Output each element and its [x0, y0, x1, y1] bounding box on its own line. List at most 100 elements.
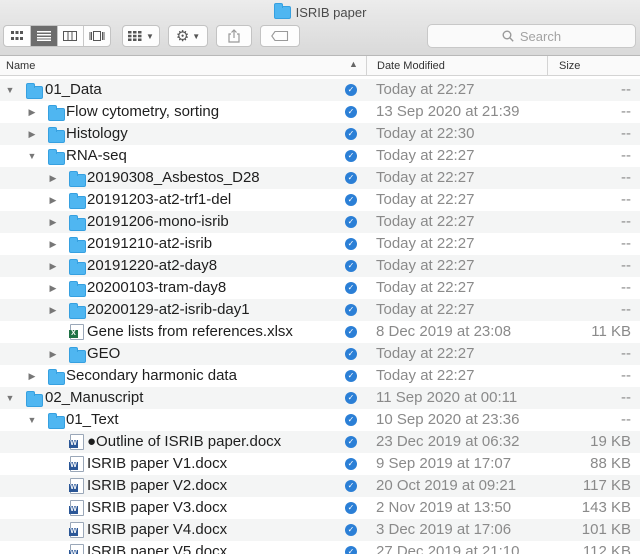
word-badge-icon: W [69, 550, 78, 554]
file-name: 20190308_Asbestos_D28 [87, 169, 260, 186]
date-modified: 11 Sep 2020 at 00:11 [376, 389, 518, 406]
search-icon [502, 30, 514, 42]
file-size: -- [621, 389, 631, 406]
disclosure-collapsed-icon[interactable]: ▶ [48, 237, 58, 251]
disclosure-collapsed-icon[interactable]: ▶ [27, 127, 37, 141]
disclosure-expanded-icon[interactable]: ▼ [27, 149, 37, 163]
list-item[interactable]: ▼ 01_Data ✓ Today at 22:27 -- [0, 79, 640, 101]
list-item[interactable]: ▶ 20200103-tram-day8 ✓ Today at 22:27 -- [0, 277, 640, 299]
sync-check-icon: ✓ [345, 546, 357, 554]
disclosure-expanded-icon[interactable]: ▼ [5, 391, 15, 405]
file-name: 20191220-at2-day8 [87, 257, 218, 274]
file-name: RNA-seq [66, 147, 127, 164]
folder-icon [69, 347, 86, 363]
file-size: 112 KB [582, 543, 631, 554]
list-item[interactable]: ▶ 20200129-at2-isrib-day1 ✓ Today at 22:27 -… [0, 299, 640, 321]
folder-icon [48, 369, 65, 385]
file-size: -- [621, 103, 631, 120]
file-size: -- [621, 169, 631, 186]
sync-check-icon: ✓ [345, 194, 357, 206]
tag-icon [271, 31, 289, 41]
disclosure-expanded-icon[interactable]: ▼ [27, 413, 37, 427]
file-size: -- [621, 345, 631, 362]
list-item[interactable]: ▶ 20190308_Asbestos_D28 ✓ Today at 22:27 -- [0, 167, 640, 189]
folder-icon [69, 259, 86, 275]
list-item[interactable]: ▼ 02_Manuscript ✓ 11 Sep 2020 at 00:11 -- [0, 387, 640, 409]
action-button[interactable]: ⚙ ▼ [168, 25, 208, 47]
share-button[interactable] [216, 25, 252, 47]
view-mode-control[interactable] [3, 25, 111, 47]
icon-view-button[interactable] [4, 26, 31, 46]
disclosure-collapsed-icon[interactable]: ▶ [48, 259, 58, 273]
sync-check-icon: ✓ [345, 480, 357, 492]
list-item[interactable]: W ISRIB paper V4.docx ✓ 3 Dec 2019 at 17:06… [0, 519, 640, 541]
list-item[interactable]: W ISRIB paper V3.docx ✓ 2 Nov 2019 at 13:50… [0, 497, 640, 519]
word-badge-icon: W [69, 484, 78, 492]
file-name: 20191206-mono-isrib [87, 213, 229, 230]
file-name: ISRIB paper V2.docx [87, 477, 228, 494]
sync-check-icon: ✓ [345, 172, 357, 184]
date-modified: 9 Sep 2019 at 17:07 [376, 455, 512, 472]
list-item[interactable]: X Gene lists from references.xlsx ✓ 8 Dec 2… [0, 321, 640, 343]
list-item[interactable]: ▶ Flow cytometry, sorting ✓ 13 Sep 2020 at … [0, 101, 640, 123]
list-item[interactable]: ▶ Histology ✓ Today at 22:30 -- [0, 123, 640, 145]
list-item[interactable]: W ISRIB paper V5.docx ✓ 27 Dec 2019 at 21:1… [0, 541, 640, 554]
group-by-button[interactable]: ▼ [122, 25, 160, 47]
file-size: -- [621, 367, 631, 384]
excel-file-icon: X [69, 324, 84, 340]
column-view-button[interactable] [58, 26, 85, 46]
disclosure-collapsed-icon[interactable]: ▶ [48, 303, 58, 317]
list-item[interactable]: W ISRIB paper V1.docx ✓ 9 Sep 2019 at 17:07… [0, 453, 640, 475]
sync-check-icon: ✓ [345, 304, 357, 316]
disclosure-expanded-icon[interactable]: ▼ [5, 83, 15, 97]
disclosure-collapsed-icon[interactable]: ▶ [48, 347, 58, 361]
gallery-view-button[interactable] [84, 26, 110, 46]
tag-button[interactable] [260, 25, 300, 47]
sync-check-icon: ✓ [345, 150, 357, 162]
grid-icon [128, 31, 142, 41]
list-item[interactable]: ▶ 20191206-mono-isrib ✓ Today at 22:27 -- [0, 211, 640, 233]
word-file-icon: W [69, 500, 84, 516]
list-view-button[interactable] [30, 26, 58, 46]
file-size: 101 KB [581, 521, 631, 538]
sync-check-icon: ✓ [345, 414, 357, 426]
column-header-name[interactable]: Name [6, 60, 35, 72]
search-field[interactable]: Search [427, 24, 636, 48]
disclosure-collapsed-icon[interactable]: ▶ [48, 281, 58, 295]
date-modified: Today at 22:27 [376, 367, 475, 384]
file-name: ISRIB paper V5.docx [87, 543, 228, 554]
date-modified: Today at 22:27 [376, 279, 475, 296]
column-header-date-modified[interactable]: Date Modified [366, 56, 547, 76]
list-item[interactable]: ▶ 20191203-at2-trf1-del ✓ Today at 22:27 -- [0, 189, 640, 211]
disclosure-collapsed-icon[interactable]: ▶ [27, 105, 37, 119]
list-item[interactable]: ▼ 01_Text ✓ 10 Sep 2020 at 23:36 -- [0, 409, 640, 431]
sync-check-icon: ✓ [345, 106, 357, 118]
disclosure-collapsed-icon[interactable]: ▶ [48, 193, 58, 207]
file-size: 117 KB [582, 477, 631, 494]
finder-toolbar: ISRIB paper ▼ ⚙ ▼ Search [0, 0, 640, 56]
list-item[interactable]: W ●Outline of ISRIB paper.docx ✓ 23 Dec 201… [0, 431, 640, 453]
file-size: -- [621, 235, 631, 252]
file-size: -- [621, 81, 631, 98]
list-view-icon [36, 31, 51, 41]
disclosure-collapsed-icon[interactable]: ▶ [48, 171, 58, 185]
list-item[interactable]: ▶ GEO ✓ Today at 22:27 -- [0, 343, 640, 365]
column-header-size[interactable]: Size [547, 56, 640, 76]
file-name: 20191210-at2-isrib [87, 235, 213, 252]
list-item[interactable]: ▶ 20191220-at2-day8 ✓ Today at 22:27 -- [0, 255, 640, 277]
list-item[interactable]: ▼ RNA-seq ✓ Today at 22:27 -- [0, 145, 640, 167]
file-name: Gene lists from references.xlsx [87, 323, 293, 340]
disclosure-collapsed-icon[interactable]: ▶ [48, 215, 58, 229]
sync-check-icon: ✓ [345, 436, 357, 448]
sync-check-icon: ✓ [345, 260, 357, 272]
file-name: GEO [87, 345, 121, 362]
disclosure-collapsed-icon[interactable]: ▶ [27, 369, 37, 383]
sync-check-icon: ✓ [345, 326, 357, 338]
sync-check-icon: ✓ [345, 216, 357, 228]
list-item[interactable]: W ISRIB paper V2.docx ✓ 20 Oct 2019 at 09:2… [0, 475, 640, 497]
list-item[interactable]: ▶ 20191210-at2-isrib ✓ Today at 22:27 -- [0, 233, 640, 255]
sort-ascending-icon: ▲ [349, 59, 358, 69]
file-name: 01_Data [45, 81, 102, 98]
list-item[interactable]: ▶ Secondary harmonic data ✓ Today at 22:27 -… [0, 365, 640, 387]
folder-icon [273, 2, 291, 19]
